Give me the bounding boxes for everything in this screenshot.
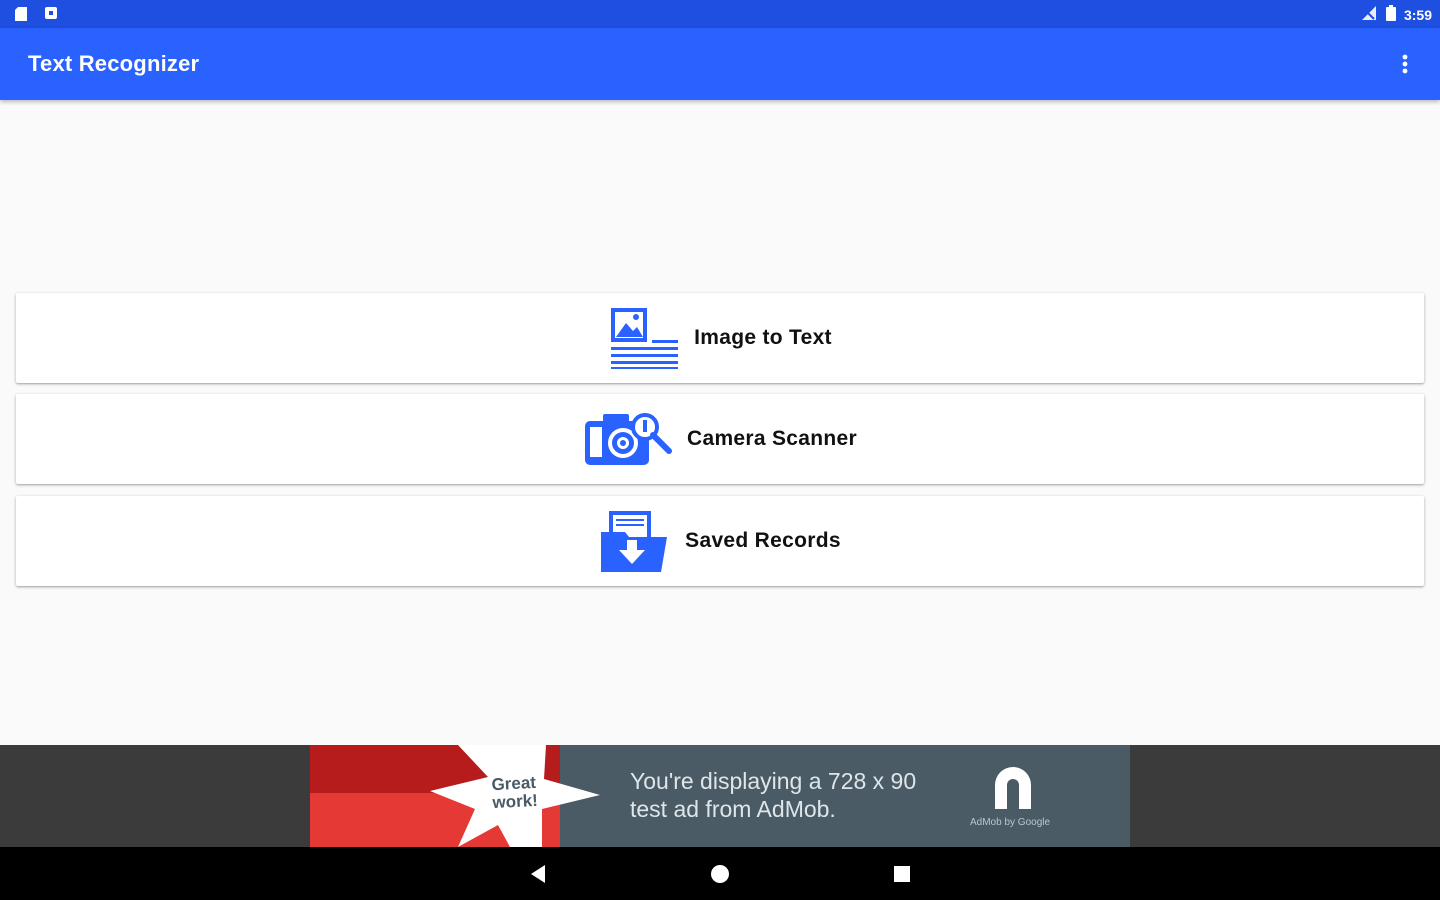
ad-badge-text: Great work! — [491, 772, 539, 813]
battery-icon — [1385, 5, 1396, 24]
camera-scanner-button[interactable]: Camera Scanner — [16, 394, 1424, 484]
nav-bar — [0, 847, 1440, 900]
status-time: 3:59 — [1403, 6, 1432, 23]
status-bar: 3:59 — [0, 0, 1440, 28]
ad-text: You're displaying a 728 x 90 test ad fro… — [630, 768, 917, 822]
camera-scanner-icon — [585, 413, 673, 465]
signal-icon — [1360, 5, 1378, 24]
overflow-menu-icon — [1402, 54, 1408, 74]
recents-icon — [894, 866, 910, 882]
camera-scanner-label: Camera Scanner — [687, 427, 857, 450]
sd-card-icon — [14, 6, 28, 27]
home-button[interactable] — [706, 860, 734, 888]
admob-logo-icon — [995, 767, 1031, 809]
status-icons-right: 3:59 — [1360, 5, 1432, 24]
ad-brand: AdMob by Google — [970, 817, 1051, 828]
recents-button[interactable] — [888, 860, 916, 888]
notification-icon — [44, 6, 58, 27]
ad-banner[interactable]: Great work! You're displaying a 728 x 90… — [310, 745, 1130, 847]
status-icons-left — [14, 6, 58, 27]
app-title: Text Recognizer — [28, 51, 200, 76]
saved-records-label: Saved Records — [685, 529, 841, 552]
image-to-text-label: Image to Text — [694, 326, 832, 349]
ad-star-graphic — [310, 745, 600, 847]
saved-records-button[interactable]: Saved Records — [16, 496, 1424, 586]
back-icon — [531, 865, 545, 883]
ad-area: Great work! You're displaying a 728 x 90… — [0, 745, 1440, 847]
app-bar: Text Recognizer — [0, 28, 1440, 100]
saved-records-icon — [601, 511, 668, 572]
image-to-text-button[interactable]: Image to Text — [16, 293, 1424, 383]
home-icon — [711, 865, 729, 883]
back-button[interactable] — [524, 860, 552, 888]
overflow-menu-button[interactable] — [1390, 46, 1420, 82]
image-text-icon — [611, 308, 679, 369]
